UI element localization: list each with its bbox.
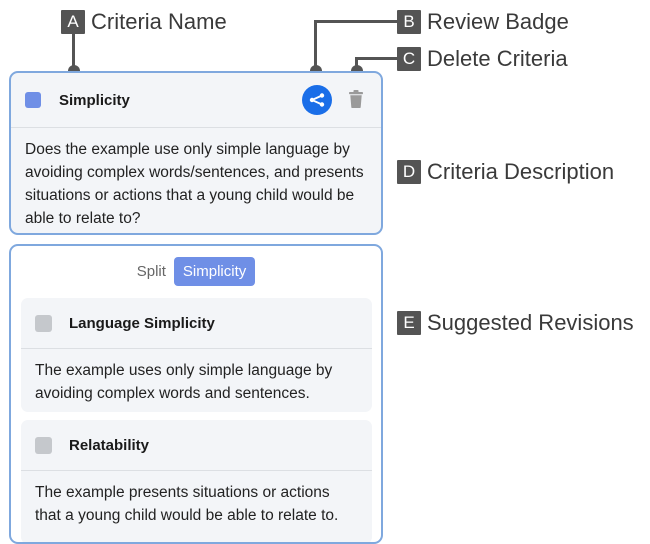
- revision-item-description: The example presents situations or actio…: [35, 484, 339, 524]
- annotation-text: Suggested Revisions: [427, 310, 634, 335]
- tab-simplicity[interactable]: Simplicity: [173, 257, 256, 286]
- delete-criteria-button[interactable]: [349, 90, 363, 113]
- revision-item: Language Simplicity The example uses onl…: [21, 298, 372, 412]
- leader-line: [314, 20, 317, 70]
- annotation-text: Review Badge: [427, 9, 569, 34]
- revision-checkbox[interactable]: [35, 314, 52, 332]
- suggested-revisions-card: Split Simplicity Language Simplicity The…: [9, 244, 383, 544]
- annotation-letter: B: [397, 10, 421, 34]
- annotation-text: Delete Criteria: [427, 46, 568, 71]
- trash-icon: [349, 90, 363, 108]
- annotation-review-badge: B Review Badge: [397, 9, 569, 35]
- revision-item-name: Relatability: [69, 436, 150, 454]
- annotation-criteria-description: D Criteria Description: [397, 159, 614, 185]
- annotation-text: Criteria Description: [427, 159, 615, 184]
- annotation-letter: E: [397, 311, 421, 335]
- revision-item-description: The example uses only simple language by…: [35, 362, 333, 402]
- criteria-header: Simplicity: [11, 73, 381, 128]
- criteria-name[interactable]: Simplicity: [59, 92, 130, 109]
- revision-item-name: Language Simplicity: [69, 314, 215, 332]
- share-branch-icon: [309, 93, 325, 107]
- criteria-description[interactable]: Does the example use only simple languag…: [11, 128, 381, 230]
- annotation-suggested-revisions: E Suggested Revisions: [397, 310, 634, 336]
- annotation-letter: D: [397, 160, 421, 184]
- revision-item-header: Relatability: [21, 420, 372, 471]
- criteria-color-swatch[interactable]: [25, 92, 41, 108]
- criteria-card: Simplicity Does the example use only sim…: [9, 71, 383, 235]
- tab-split[interactable]: Split: [137, 259, 166, 284]
- leader-line: [314, 20, 397, 23]
- revision-item: Relatability The example presents situat…: [21, 420, 372, 542]
- annotation-letter: A: [61, 10, 85, 34]
- review-badge-button[interactable]: [302, 85, 332, 115]
- annotation-criteria-name: A Criteria Name: [61, 9, 227, 35]
- revision-tabs: Split Simplicity: [11, 257, 381, 286]
- revision-item-header: Language Simplicity: [21, 298, 372, 349]
- leader-line: [355, 57, 397, 60]
- annotation-letter: C: [397, 47, 421, 71]
- annotation-text: Criteria Name: [91, 9, 227, 34]
- annotation-delete-criteria: C Delete Criteria: [397, 46, 568, 72]
- revision-checkbox[interactable]: [35, 436, 52, 454]
